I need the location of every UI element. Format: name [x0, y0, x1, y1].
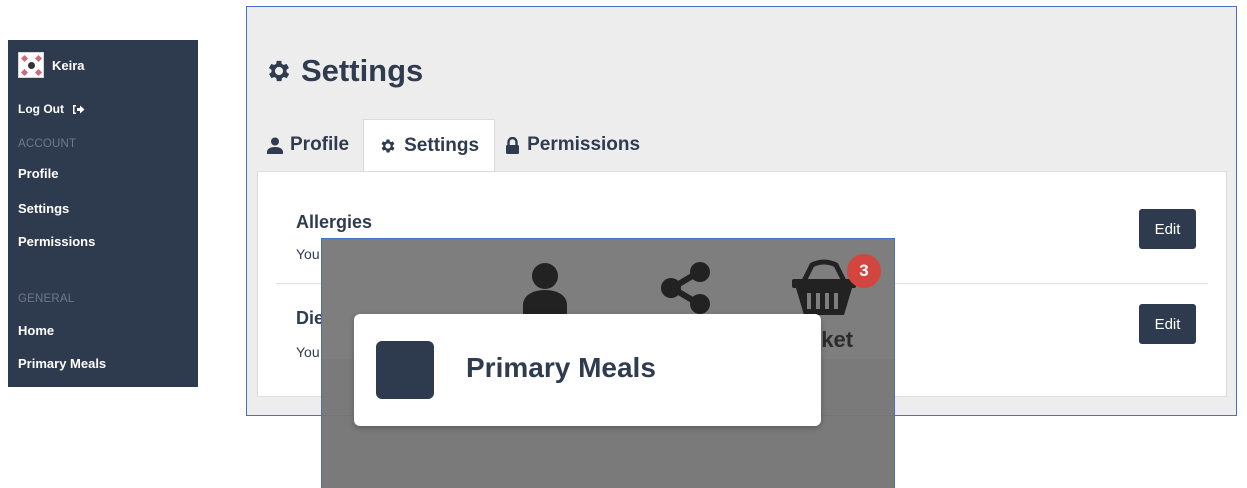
tab-bar: Profile Settings Permissions — [257, 119, 654, 172]
lock-icon — [506, 136, 520, 154]
gear-icon — [268, 60, 290, 82]
tab-permissions-label: Permissions — [527, 134, 641, 155]
edit-allergies-button[interactable]: Edit — [1139, 209, 1196, 249]
setting-description: You — [296, 246, 320, 262]
tab-settings[interactable]: Settings — [363, 119, 496, 172]
user-icon — [267, 137, 283, 154]
section-general: GENERAL — [18, 293, 75, 305]
sidebar-item-settings[interactable]: Settings — [18, 201, 69, 216]
sidebar-item-profile[interactable]: Profile — [18, 166, 58, 181]
page-title-text: Settings — [301, 53, 424, 88]
logout-link[interactable]: Log Out — [18, 102, 85, 116]
sidebar-item-home[interactable]: Home — [18, 323, 54, 338]
sidebar-item-permissions[interactable]: Permissions — [18, 234, 95, 249]
logout-icon — [72, 104, 85, 114]
setting-title-diet: Die — [296, 308, 325, 328]
avatar — [18, 52, 44, 78]
primary-meals-popup[interactable]: Primary Meals — [354, 314, 821, 426]
sidebar: Keira Log Out ACCOUNT Profile Settings P… — [8, 40, 198, 387]
tab-profile-label: Profile — [290, 134, 350, 155]
logout-label: Log Out — [18, 102, 64, 116]
popup-swatch — [376, 341, 434, 399]
section-account: ACCOUNT — [18, 138, 77, 150]
basket-badge: 3 — [847, 254, 881, 288]
tab-settings-label: Settings — [404, 135, 480, 156]
user-name: Keira — [52, 57, 85, 73]
gear-icon — [381, 139, 395, 153]
setting-title-allergies: Allergies — [296, 212, 373, 232]
share-icon[interactable] — [659, 261, 713, 315]
tab-permissions[interactable]: Permissions — [495, 119, 654, 171]
popup-label: Primary Meals — [466, 352, 656, 383]
tab-profile[interactable]: Profile — [257, 119, 363, 171]
edit-diet-button[interactable]: Edit — [1139, 304, 1196, 344]
sidebar-user[interactable]: Keira — [18, 52, 85, 78]
user-icon[interactable] — [522, 261, 568, 315]
page-title: Settings — [265, 53, 423, 89]
sidebar-item-primary-meals[interactable]: Primary Meals — [18, 356, 106, 371]
setting-description: You — [296, 344, 320, 360]
